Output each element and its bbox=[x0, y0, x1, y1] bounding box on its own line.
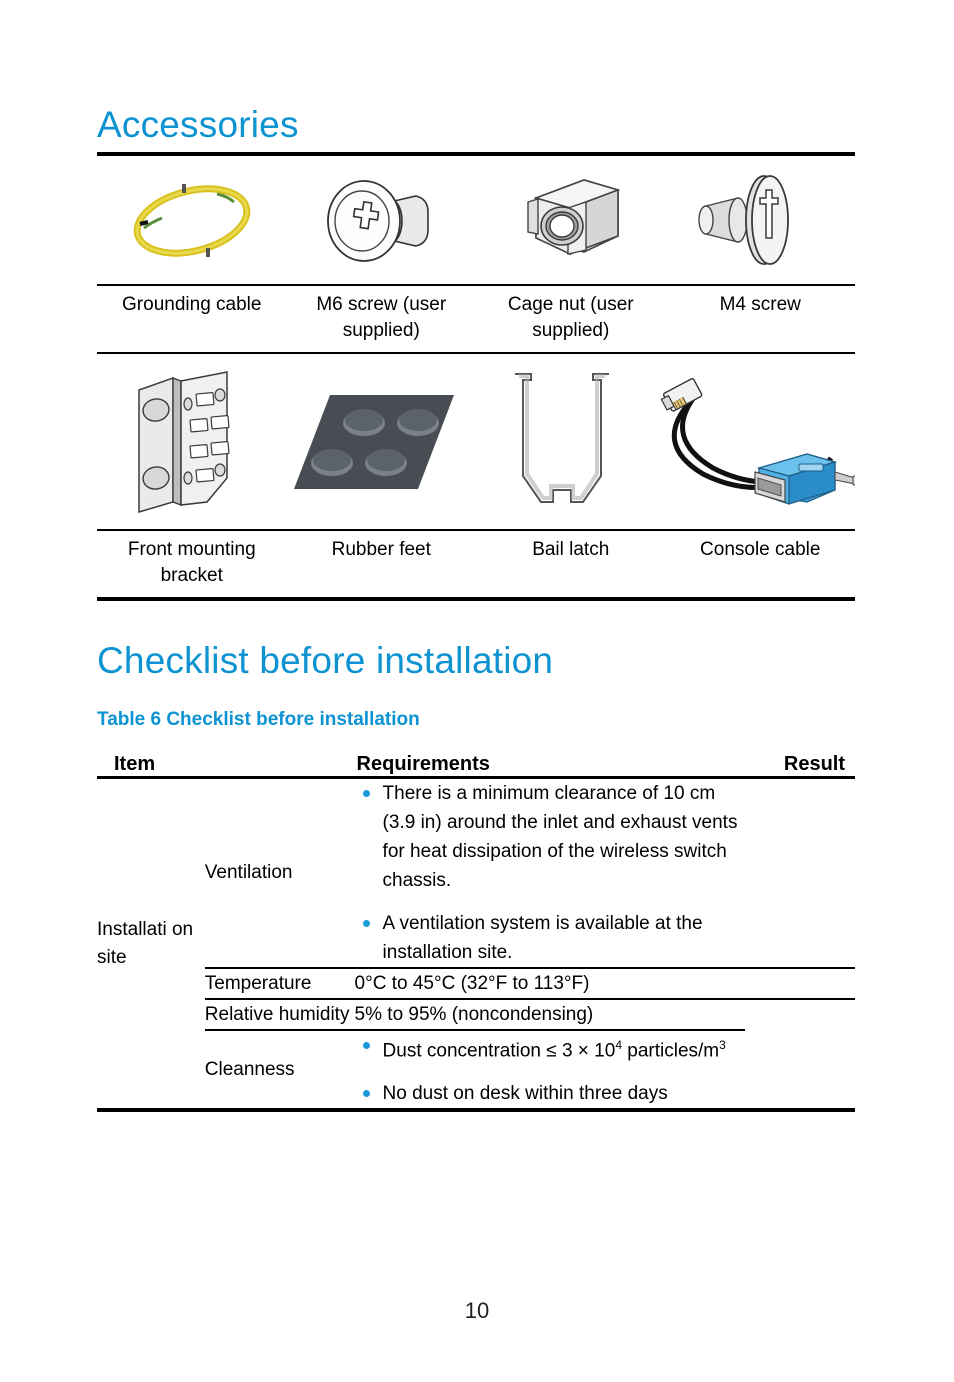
table-row-ventilation: Installati on site Ventilation There is … bbox=[97, 776, 855, 1109]
table-row-temperature: Temperature 0°C to 45°C (32°F to 113°F) bbox=[97, 967, 855, 999]
accessory-label-grounding-cable: Grounding cable bbox=[122, 294, 262, 315]
bullet-dot-icon bbox=[362, 790, 370, 797]
bullet-list-cleanness: Dust concentration ≤ 3 × 104 particles/m… bbox=[355, 1031, 746, 1108]
front-mounting-bracket-icon bbox=[115, 362, 265, 522]
page-title-accessories: Accessories bbox=[97, 104, 299, 145]
bullet-dot-icon bbox=[362, 1042, 370, 1049]
accessory-label-m6-screw: M6 screw (user supplied) bbox=[316, 294, 447, 341]
accessories-rule-bottom bbox=[97, 597, 855, 601]
row-subitem-cleanness: Cleanness bbox=[204, 1028, 355, 1109]
page-title-checklist: Checklist before installation bbox=[97, 640, 554, 681]
accessory-cell-rubber-feet bbox=[283, 354, 469, 529]
row-requirements-ventilation: There is a minimum clearance of 10 cm (3… bbox=[354, 776, 746, 968]
accessory-cell-m4-screw bbox=[666, 158, 856, 284]
row-item-installation-site: Installati on site bbox=[97, 776, 205, 1109]
bullet-text-exponent: 4 bbox=[615, 1038, 622, 1052]
checklist-table: Item Requirements Result Installati on s… bbox=[97, 753, 855, 1113]
row-subitem-relative-humidity: Relative humidity bbox=[204, 998, 355, 1030]
console-cable-icon bbox=[655, 372, 855, 512]
row-result-ventilation bbox=[745, 776, 855, 968]
row-requirements-temperature: 0°C to 45°C (32°F to 113°F) bbox=[354, 967, 746, 999]
checklist-header-row: Item Requirements Result bbox=[97, 753, 855, 778]
bullet-text-part: particles/m bbox=[621, 1040, 720, 1062]
row-result-relative-humidity bbox=[745, 998, 855, 1030]
bullet-text-part: Dust concentration ≤ 3 × 10 bbox=[382, 1040, 616, 1062]
checklist-table-bottom-rule bbox=[97, 1106, 855, 1113]
accessories-label-row-2: Front mounting bracket Rubber feet Bail … bbox=[97, 531, 855, 597]
accessory-label-rubber-feet: Rubber feet bbox=[331, 539, 431, 560]
column-header-requirements: Requirements bbox=[356, 753, 490, 775]
bail-latch-icon bbox=[497, 362, 627, 522]
list-item: Dust concentration ≤ 3 × 104 particles/m… bbox=[355, 1031, 746, 1065]
table-row-cleanness: Cleanness Dust concentration ≤ 3 × 104 p… bbox=[97, 1028, 855, 1109]
column-header-result: Result bbox=[783, 753, 845, 775]
accessory-cell-front-mounting-bracket bbox=[97, 354, 283, 529]
bullet-text-exponent: 3 bbox=[719, 1038, 726, 1052]
accessory-cell-console-cable bbox=[655, 354, 855, 529]
row-result-temperature bbox=[745, 967, 855, 999]
list-item: A ventilation system is available at the… bbox=[355, 909, 746, 967]
bullet-dot-icon bbox=[362, 920, 370, 927]
cage-nut-icon bbox=[506, 166, 636, 276]
bullet-text: No dust on desk within three days bbox=[382, 1083, 668, 1105]
accessories-title-rule bbox=[97, 152, 855, 156]
row-subitem-temperature: Temperature bbox=[204, 967, 355, 999]
accessory-cell-cage-nut bbox=[476, 158, 666, 284]
row-requirements-relative-humidity: 5% to 95% (noncondensing) bbox=[354, 998, 746, 1030]
grounding-cable-icon bbox=[122, 166, 262, 276]
list-item: There is a minimum clearance of 10 cm (3… bbox=[355, 779, 746, 895]
accessories-table: Grounding cable M6 screw (user supplied)… bbox=[97, 158, 855, 601]
list-item: No dust on desk within three days bbox=[355, 1079, 746, 1108]
document-page: Accessories Grounding cable M6 screw (us… bbox=[0, 0, 954, 1382]
column-header-item: Item bbox=[114, 753, 156, 775]
accessory-label-bail-latch: Bail latch bbox=[532, 539, 610, 560]
bullet-text: A ventilation system is available at the… bbox=[382, 913, 703, 963]
table-caption: Table 6 Checklist before installation bbox=[97, 709, 420, 730]
row-subitem-ventilation: Ventilation bbox=[204, 776, 355, 968]
accessories-image-row-2 bbox=[97, 354, 855, 529]
accessory-cell-bail-latch bbox=[469, 354, 655, 529]
row-requirements-cleanness: Dust concentration ≤ 3 × 104 particles/m… bbox=[354, 1028, 746, 1109]
accessory-label-m4-screw: M4 screw bbox=[719, 294, 801, 315]
accessory-cell-m6-screw bbox=[287, 158, 477, 284]
accessories-image-row-1 bbox=[97, 158, 855, 284]
accessory-cell-grounding-cable bbox=[97, 158, 287, 284]
m6-screw-icon bbox=[316, 166, 446, 276]
accessory-label-front-mounting-bracket: Front mounting bracket bbox=[127, 539, 256, 586]
bullet-list-ventilation: There is a minimum clearance of 10 cm (3… bbox=[355, 779, 746, 967]
bullet-dot-icon bbox=[362, 1090, 370, 1098]
accessories-label-row-1: Grounding cable M6 screw (user supplied)… bbox=[97, 286, 855, 352]
accessory-label-console-cable: Console cable bbox=[700, 539, 821, 560]
page-number: 10 bbox=[464, 1298, 490, 1323]
m4-screw-icon bbox=[690, 166, 830, 276]
bullet-text: There is a minimum clearance of 10 cm (3… bbox=[382, 783, 738, 891]
rubber-feet-icon bbox=[286, 377, 466, 507]
accessory-label-cage-nut: Cage nut (user supplied) bbox=[507, 294, 634, 341]
table-row-relative-humidity: Relative humidity 5% to 95% (noncondensi… bbox=[97, 998, 855, 1030]
row-result-cleanness bbox=[745, 1030, 855, 1108]
